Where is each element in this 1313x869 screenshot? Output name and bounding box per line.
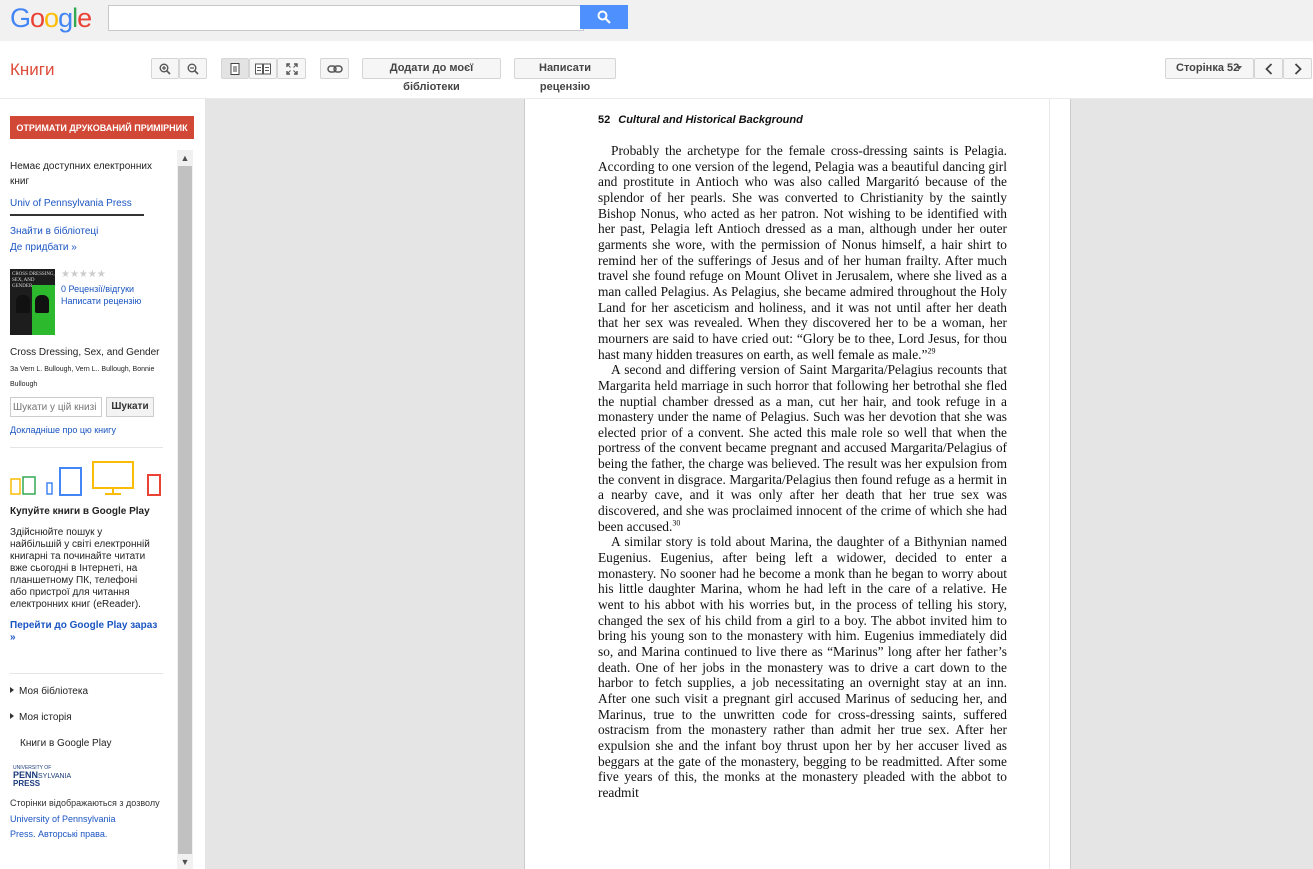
logo-letter: e	[77, 3, 92, 33]
page-selector-label: Сторінка 52	[1176, 62, 1240, 74]
logo-letter: o	[44, 3, 59, 33]
scroll-up-icon[interactable]: ▲	[177, 150, 193, 166]
more-about-book-link[interactable]: Докладніше про цю книгу	[10, 425, 163, 448]
books-toolbar: Книги Додати до моєї бібліотеки Написати…	[0, 41, 1313, 99]
zoom-out-button[interactable]	[179, 58, 207, 79]
sidebar-scrollbar[interactable]: ▲ ▼	[177, 150, 193, 869]
sidebar-content: Немає доступних електронних книг Univ of…	[10, 159, 165, 842]
cover-art-figure	[16, 295, 30, 313]
book-page: 52 Cultural and Historical Background Pro…	[524, 99, 1071, 869]
link-button[interactable]	[320, 58, 349, 79]
book-authors: Зa Vern L. Bullough, Vern L.. Bullough, …	[10, 366, 155, 388]
search-button[interactable]	[580, 5, 628, 29]
search-in-book-button[interactable]: Шукати	[106, 397, 154, 417]
books-on-play-link[interactable]: Книги в Google Play	[10, 738, 165, 749]
single-page-view-button[interactable]	[221, 58, 249, 79]
book-title: Cross Dressing, Sex, and Gender	[10, 347, 160, 358]
logo-letter: g	[58, 3, 73, 33]
logo-letter: G	[10, 3, 31, 33]
triangle-right-icon	[10, 713, 14, 719]
link-icon	[326, 64, 343, 73]
page-header-title: Cultural and Historical Background	[618, 114, 803, 126]
page-running-header: 52 Cultural and Historical Background	[598, 114, 803, 126]
write-review-button[interactable]: Написати рецензію	[514, 58, 616, 93]
get-print-copy-button[interactable]: ОТРИМАТИ ДРУКОВАНИЙ ПРИМІРНИК	[10, 116, 194, 139]
search-in-book-input[interactable]	[10, 397, 102, 417]
search-input[interactable]	[108, 5, 584, 31]
fullscreen-button[interactable]	[277, 58, 306, 79]
book-info-block: CROSS DRESSING, SEX, AND GENDER ★★★★★ 0 …	[10, 269, 165, 335]
two-page-icon	[255, 63, 271, 74]
my-library-item[interactable]: Моя бібліотека	[10, 686, 165, 697]
rating-stars: ★★★★★	[61, 269, 106, 280]
page-paragraph: A second and differing version of Saint …	[598, 362, 1007, 534]
permission-text: Сторінки відображаються з дозволу	[10, 798, 160, 808]
find-in-library-link[interactable]: Знайти в бібліотеці	[10, 226, 165, 237]
page-edge-rule	[1049, 99, 1050, 869]
publisher-logo[interactable]: UNIVERSITY OF PENNSYLVANIA PRESS	[13, 765, 165, 788]
play-heading: Купуйте книги в Google Play	[10, 506, 150, 517]
single-page-icon	[230, 62, 240, 75]
two-page-view-button[interactable]	[249, 58, 277, 79]
fullscreen-icon	[285, 62, 298, 75]
page-paragraph: Probably the archetype for the female cr…	[598, 143, 1007, 362]
next-page-button[interactable]	[1283, 58, 1312, 79]
add-to-library-button[interactable]: Додати до моєї бібліотеки	[362, 58, 501, 93]
cover-art-figure	[35, 295, 49, 313]
chevron-left-icon	[1264, 62, 1272, 75]
google-logo[interactable]: Google	[10, 3, 92, 34]
publisher-link[interactable]: Univ of Pennsylvania Press	[10, 198, 144, 216]
dropdown-arrow-icon	[1236, 66, 1242, 70]
previous-page-button[interactable]	[1254, 58, 1283, 79]
footnote-marker: 30	[672, 518, 681, 528]
reviews-count-link[interactable]: 0 Рецензії/відгуки	[61, 284, 134, 294]
page-paragraph: A similar story is told about Marina, th…	[598, 534, 1007, 800]
scroll-down-icon[interactable]: ▼	[177, 854, 193, 869]
play-link[interactable]: Перейти до Google Play зараз »	[10, 620, 163, 674]
write-review-link[interactable]: Написати рецензію	[61, 296, 141, 306]
zoom-out-icon	[187, 63, 199, 75]
footnote-marker: 29	[927, 346, 936, 356]
page-body: Probably the archetype for the female cr…	[598, 143, 1007, 801]
my-history-label: Моя історія	[19, 712, 72, 723]
book-cover[interactable]: CROSS DRESSING, SEX, AND GENDER	[10, 269, 55, 335]
zoom-in-button[interactable]	[151, 58, 179, 79]
book-viewer[interactable]: 52 Cultural and Historical Background Pro…	[205, 99, 1313, 869]
no-ebooks-text: Немає доступних електронних книг	[10, 161, 152, 187]
permission-link[interactable]: University of Pennsylvania Press. Авторс…	[10, 812, 135, 842]
sidebar: ОТРИМАТИ ДРУКОВАНИЙ ПРИМІРНИК ▲ ▼ Немає …	[0, 99, 205, 869]
chevron-right-icon	[1294, 62, 1302, 75]
where-to-buy-link[interactable]: Де придбати »	[10, 242, 165, 253]
triangle-right-icon	[10, 687, 14, 693]
devices-icon	[10, 461, 161, 496]
my-library-label: Моя бібліотека	[19, 686, 89, 697]
top-search-bar: Google	[0, 0, 1313, 41]
page-selector[interactable]: Сторінка 52	[1165, 58, 1254, 79]
my-history-item[interactable]: Моя історія	[10, 712, 165, 723]
play-description: Здійснюйте пошук у найбільшій у світі ел…	[10, 527, 150, 610]
page-number: 52	[598, 114, 611, 126]
zoom-in-icon	[159, 63, 171, 75]
logo-letter: o	[30, 3, 45, 33]
search-icon	[597, 10, 611, 24]
scroll-thumb[interactable]	[178, 166, 192, 854]
books-brand[interactable]: Книги	[10, 60, 54, 80]
search-in-book: Шукати	[10, 397, 165, 419]
